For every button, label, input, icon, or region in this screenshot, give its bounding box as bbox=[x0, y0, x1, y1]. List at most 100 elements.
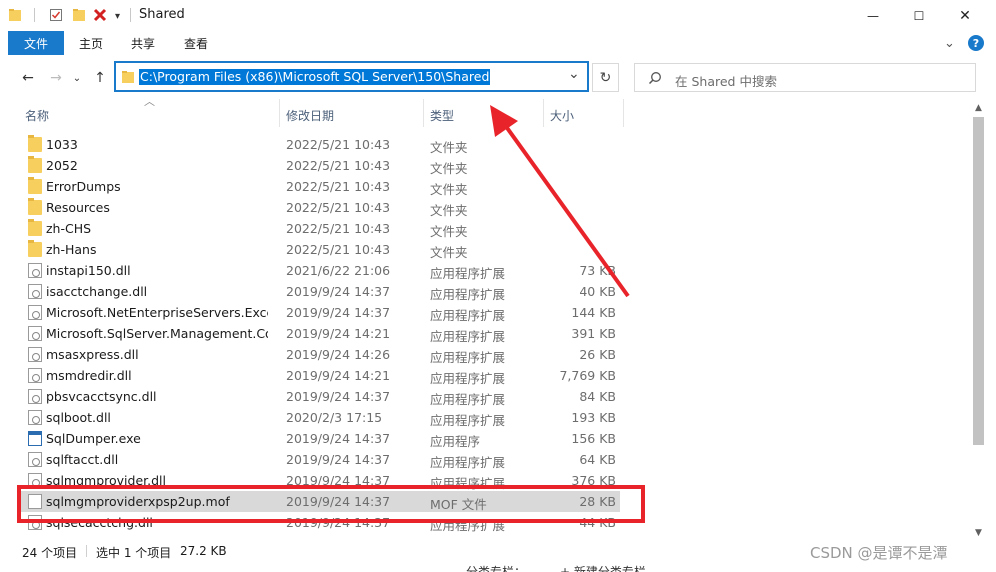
quick-access-dropdown[interactable]: ▾ bbox=[115, 6, 120, 26]
file-name: zh-CHS bbox=[46, 221, 92, 236]
watermark: CSDN @是谭不是潭 bbox=[810, 544, 948, 562]
new-category-link[interactable]: + 新建分类专栏 bbox=[560, 563, 646, 572]
file-date: 2019/9/24 14:21 bbox=[286, 326, 391, 341]
toolbar-separator bbox=[34, 8, 35, 22]
file-date: 2019/9/24 14:37 bbox=[286, 389, 391, 404]
file-date: 2022/5/21 10:43 bbox=[286, 137, 391, 152]
column-divider[interactable] bbox=[543, 99, 544, 127]
refresh-button[interactable]: ↻ bbox=[592, 63, 619, 92]
tab-home[interactable]: 主页 bbox=[79, 31, 103, 55]
dll-file-icon bbox=[28, 305, 42, 320]
file-type: 文件夹 bbox=[430, 182, 468, 197]
file-type: 文件夹 bbox=[430, 161, 468, 176]
scrollbar-thumb[interactable] bbox=[973, 117, 984, 445]
file-name: isacctchange.dll bbox=[46, 284, 148, 299]
title-bar: ▾ Shared — ☐ ✕ bbox=[0, 0, 996, 31]
list-item[interactable]: msmdredir.dll 2019/9/24 14:21 应用程序扩展 7,769 … bbox=[20, 365, 620, 386]
item-count: 24 个项目 bbox=[22, 546, 78, 560]
up-button[interactable]: ↑ bbox=[91, 69, 109, 87]
properties-icon[interactable] bbox=[49, 8, 63, 22]
list-item[interactable]: 2052 2022/5/21 10:43 文件夹 bbox=[20, 155, 620, 176]
file-type: 文件夹 bbox=[430, 245, 468, 260]
file-name: 2052 bbox=[46, 158, 78, 173]
column-header-date[interactable]: 修改日期 bbox=[286, 107, 334, 124]
folder-icon bbox=[121, 70, 135, 84]
file-type: 应用程序扩展 bbox=[430, 287, 506, 302]
file-type: 应用程序扩展 bbox=[430, 329, 506, 344]
address-bar[interactable]: C:\Program Files (x86)\Microsoft SQL Ser… bbox=[114, 61, 589, 92]
file-list: 1033 2022/5/21 10:43 文件夹 2052 2022/5/21 10:… bbox=[0, 134, 970, 540]
ribbon-tabs: 文件 主页 共享 查看 ⌄ ? bbox=[0, 31, 996, 56]
back-button[interactable]: ← bbox=[19, 69, 37, 87]
file-size: 84 KB bbox=[579, 389, 616, 404]
list-item[interactable]: Microsoft.NetEnterpriseServers.Exce... 20… bbox=[20, 302, 620, 323]
forward-button[interactable]: → bbox=[47, 69, 65, 87]
selection-size: 27.2 KB bbox=[180, 544, 227, 558]
file-name: Resources bbox=[46, 200, 110, 215]
list-item[interactable]: sqlboot.dll 2020/2/3 17:15 应用程序扩展 193 KB bbox=[20, 407, 620, 428]
dll-file-icon bbox=[28, 368, 42, 383]
scroll-up-icon[interactable]: ▲ bbox=[970, 99, 987, 116]
file-type: 文件夹 bbox=[430, 140, 468, 155]
file-name: ErrorDumps bbox=[46, 179, 121, 194]
list-item[interactable]: 1033 2022/5/21 10:43 文件夹 bbox=[20, 134, 620, 155]
column-divider[interactable] bbox=[623, 99, 624, 127]
folder-icon bbox=[28, 156, 42, 173]
file-type: 文件夹 bbox=[430, 203, 468, 218]
tab-file[interactable]: 文件 bbox=[8, 31, 64, 55]
address-path[interactable]: C:\Program Files (x86)\Microsoft SQL Ser… bbox=[139, 69, 491, 85]
category-label: 分类专栏： bbox=[466, 565, 527, 572]
new-folder-icon[interactable] bbox=[72, 8, 86, 22]
recent-locations-button[interactable]: ⌄ bbox=[72, 69, 82, 87]
file-date: 2019/9/24 14:26 bbox=[286, 347, 391, 362]
column-divider[interactable] bbox=[423, 99, 424, 127]
delete-icon[interactable] bbox=[93, 8, 107, 22]
dll-file-icon bbox=[28, 347, 42, 362]
list-item[interactable]: isacctchange.dll 2019/9/24 14:37 应用程序扩展 40 … bbox=[20, 281, 620, 302]
column-header-row: ︿ 名称 修改日期 类型 大小 bbox=[0, 95, 970, 129]
list-item[interactable]: instapi150.dll 2021/6/22 21:06 应用程序扩展 73 KB bbox=[20, 260, 620, 281]
list-item[interactable]: ErrorDumps 2022/5/21 10:43 文件夹 bbox=[20, 176, 620, 197]
column-header-size[interactable]: 大小 bbox=[550, 107, 574, 124]
list-item[interactable]: SqlDumper.exe 2019/9/24 14:37 应用程序 156 KB bbox=[20, 428, 620, 449]
status-divider bbox=[86, 545, 87, 557]
search-input[interactable]: 在 Shared 中搜索 bbox=[634, 63, 976, 92]
list-item[interactable]: zh-Hans 2022/5/21 10:43 文件夹 bbox=[20, 239, 620, 260]
address-dropdown-icon[interactable]: ⌄ bbox=[568, 66, 580, 82]
file-type: 文件夹 bbox=[430, 224, 468, 239]
file-size: 156 KB bbox=[571, 431, 616, 446]
dll-file-icon bbox=[28, 326, 42, 341]
folder-icon bbox=[28, 135, 42, 152]
file-name: instapi150.dll bbox=[46, 263, 131, 278]
file-size: 26 KB bbox=[579, 347, 616, 362]
list-item[interactable]: sqlftacct.dll 2019/9/24 14:37 应用程序扩展 64 KB bbox=[20, 449, 620, 470]
tab-view[interactable]: 查看 bbox=[184, 31, 208, 55]
file-type: 应用程序扩展 bbox=[430, 392, 506, 407]
ribbon-expand-icon[interactable]: ⌄ bbox=[944, 31, 955, 55]
folder-icon bbox=[8, 8, 22, 22]
list-item[interactable]: Resources 2022/5/21 10:43 文件夹 bbox=[20, 197, 620, 218]
file-date: 2020/2/3 17:15 bbox=[286, 410, 383, 425]
close-button[interactable]: ✕ bbox=[942, 0, 988, 31]
maximize-button[interactable]: ☐ bbox=[896, 0, 942, 31]
file-date: 2022/5/21 10:43 bbox=[286, 242, 391, 257]
list-item[interactable]: Microsoft.SqlServer.Management.Co... 2019… bbox=[20, 323, 620, 344]
file-size: 391 KB bbox=[571, 326, 616, 341]
minimize-button[interactable]: — bbox=[850, 0, 896, 31]
file-type: 应用程序扩展 bbox=[430, 266, 506, 281]
column-header-type[interactable]: 类型 bbox=[430, 107, 454, 124]
list-item[interactable]: zh-CHS 2022/5/21 10:43 文件夹 bbox=[20, 218, 620, 239]
file-name: pbsvcacctsync.dll bbox=[46, 389, 157, 404]
list-item[interactable]: msasxpress.dll 2019/9/24 14:26 应用程序扩展 26 KB bbox=[20, 344, 620, 365]
tab-share[interactable]: 共享 bbox=[131, 31, 155, 55]
column-divider[interactable] bbox=[279, 99, 280, 127]
help-icon[interactable]: ? bbox=[968, 35, 984, 51]
file-size: 40 KB bbox=[579, 284, 616, 299]
scroll-down-icon[interactable]: ▼ bbox=[970, 525, 987, 540]
dll-file-icon bbox=[28, 389, 42, 404]
file-name: sqlftacct.dll bbox=[46, 452, 119, 467]
vertical-scrollbar[interactable]: ▲ ▼ bbox=[970, 99, 987, 540]
file-date: 2022/5/21 10:43 bbox=[286, 221, 391, 236]
list-item[interactable]: pbsvcacctsync.dll 2019/9/24 14:37 应用程序扩展 84… bbox=[20, 386, 620, 407]
column-header-name[interactable]: 名称 bbox=[25, 107, 49, 124]
